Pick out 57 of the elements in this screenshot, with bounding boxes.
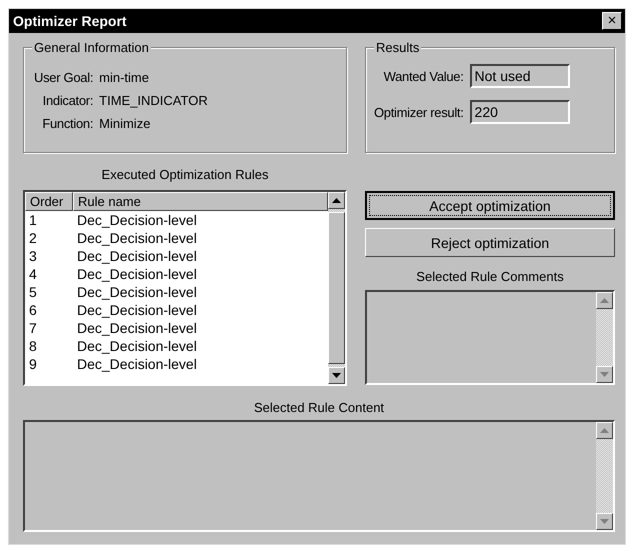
table-cell-text: Dec_Decision-level [76, 301, 198, 319]
scroll-thumb[interactable] [328, 212, 345, 364]
field-value: min-time [99, 70, 150, 85]
table-cell-text: Dec_Decision-level [76, 355, 198, 373]
field-value: Minimize [99, 116, 152, 131]
table-cell-text: Dec_Decision-level [76, 283, 198, 301]
table-cell-text: 2 [28, 229, 38, 247]
result-field[interactable]: 220 [470, 100, 570, 124]
content-title: Selected Rule Content [252, 400, 386, 415]
result-field[interactable]: Not used [470, 64, 570, 88]
scrollbar[interactable] [596, 292, 613, 383]
field-label: Function: [41, 116, 94, 131]
scroll-down-button[interactable] [596, 366, 613, 383]
scroll-down-button[interactable] [596, 513, 613, 530]
down-arrow-icon [600, 519, 609, 524]
window-title: Optimizer Report [13, 13, 127, 29]
scroll-up-button[interactable] [596, 292, 613, 309]
field-value: TIME_INDICATOR [99, 93, 209, 108]
group-title: Results [374, 40, 422, 55]
comments-title: Selected Rule Comments [415, 269, 565, 284]
table-cell-text: 7 [28, 319, 38, 337]
group-title: General Information [32, 40, 151, 55]
column-header[interactable]: Rule name [73, 192, 328, 211]
field-label: Indicator: [42, 93, 94, 108]
down-arrow-icon [332, 373, 341, 378]
scrollbar[interactable] [328, 192, 345, 384]
up-arrow-icon [600, 428, 609, 433]
scroll-up-button[interactable] [328, 192, 345, 209]
close-button[interactable]: × [602, 12, 622, 30]
table-cell-text: 1 [28, 211, 38, 229]
table-cell-text: Dec_Decision-level [76, 319, 198, 337]
table-cell-text: Dec_Decision-level [76, 265, 198, 283]
comments-box[interactable] [365, 290, 615, 385]
table-cell-text: 8 [28, 337, 38, 355]
table-cell-text: Dec_Decision-level [76, 337, 198, 355]
table-cell-text: 4 [28, 265, 38, 283]
scroll-down-button[interactable] [328, 367, 345, 384]
field-label: User Goal: [34, 70, 94, 85]
down-arrow-icon [600, 372, 609, 377]
table-cell-text: Dec_Decision-level [76, 229, 198, 247]
up-arrow-icon [332, 198, 341, 203]
up-arrow-icon [600, 298, 609, 303]
field-label: Optimizer result: [374, 104, 464, 120]
table-cell-text: 9 [28, 355, 38, 373]
table-cell-text: 3 [28, 247, 38, 265]
action-button[interactable]: Reject optimization [365, 228, 615, 257]
field-label: Wanted Value: [382, 68, 464, 84]
scrollbar[interactable] [596, 422, 613, 530]
table-cell-text: 6 [28, 301, 38, 319]
table-cell-text: 5 [28, 283, 38, 301]
content-box[interactable] [23, 420, 615, 532]
list-title: Executed Optimization Rules [100, 167, 270, 182]
table-cell-text: Dec_Decision-level [76, 211, 198, 229]
scroll-up-button[interactable] [596, 422, 613, 439]
column-header[interactable]: Order [25, 192, 73, 211]
table-cell-text: Dec_Decision-level [76, 247, 198, 265]
action-button[interactable]: Accept optimization [365, 191, 615, 220]
